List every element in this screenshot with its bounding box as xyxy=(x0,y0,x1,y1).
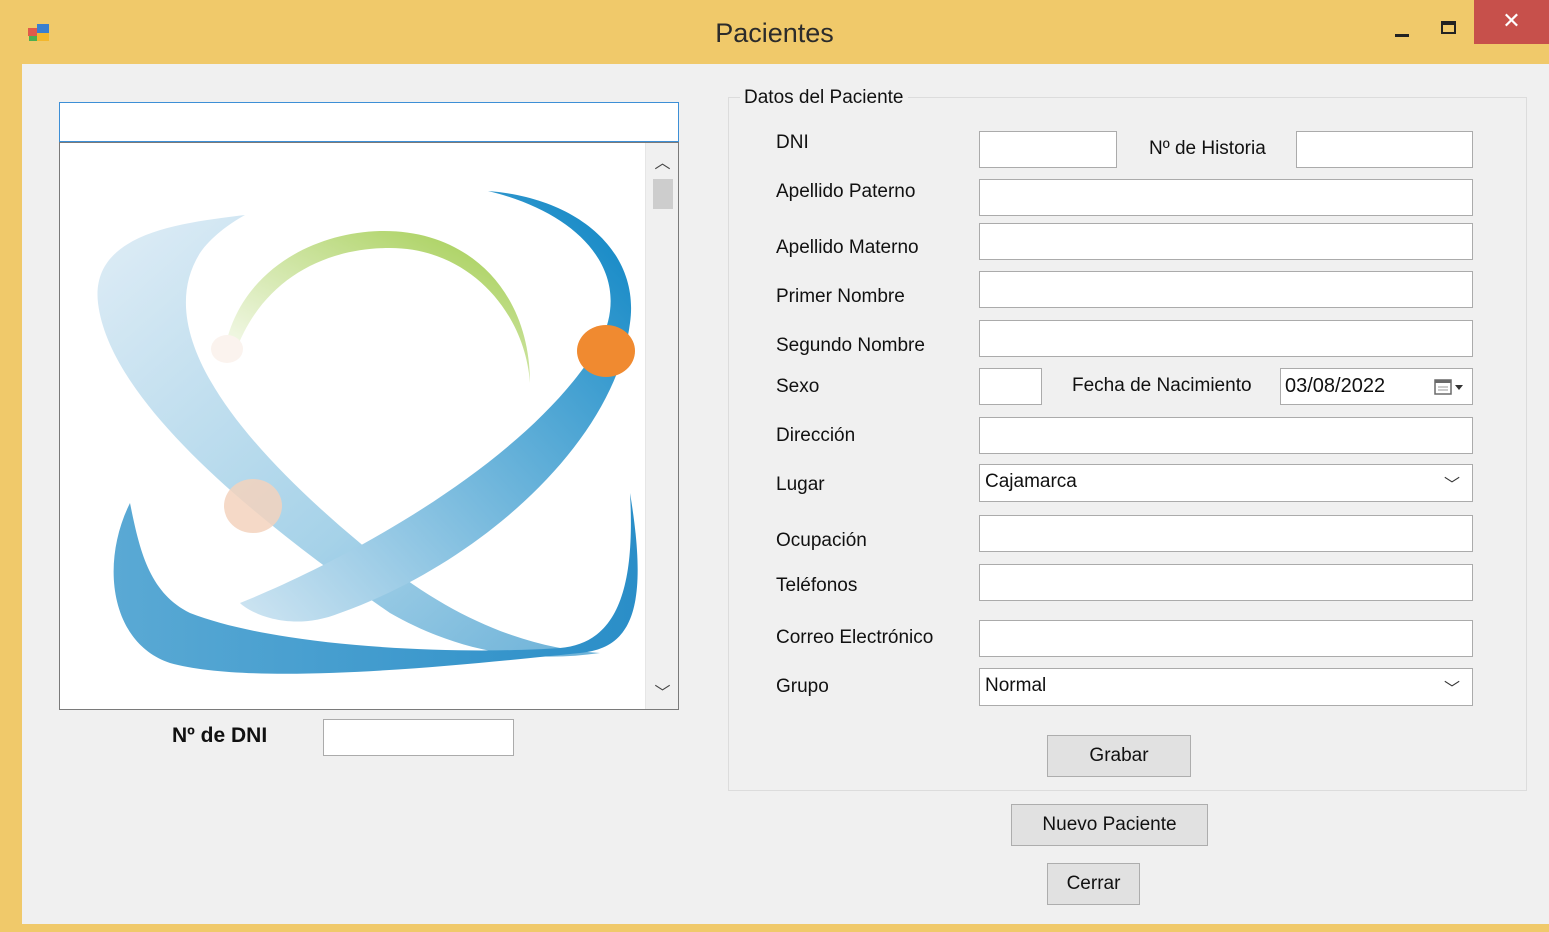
apellido-paterno-label: Apellido Paterno xyxy=(776,181,916,202)
scroll-thumb[interactable] xyxy=(653,179,673,209)
historia-field[interactable] xyxy=(1296,131,1473,168)
ocupacion-label: Ocupación xyxy=(776,530,867,551)
direccion-field[interactable] xyxy=(979,417,1473,454)
dni-field[interactable] xyxy=(979,131,1117,168)
window-title: Pacientes xyxy=(715,18,834,48)
form-client-area: ︿ ﹀ Nº de DNI Datos del Paciente DNI Nº … xyxy=(22,64,1549,924)
clinic-logo-image xyxy=(97,191,638,674)
fecha-nacimiento-value: 03/08/2022 xyxy=(1285,375,1386,397)
segundo-nombre-field[interactable] xyxy=(979,320,1473,357)
primer-nombre-field[interactable] xyxy=(979,271,1473,308)
grupo-label: Grupo xyxy=(776,676,829,697)
grupo-selected-value: Normal xyxy=(985,675,1047,696)
correo-field[interactable] xyxy=(979,620,1473,657)
lugar-selected-value: Cajamarca xyxy=(985,471,1077,492)
pacientes-window: Pacientes ✕ ︿ ﹀ Nº de DNI Datos del Paci… xyxy=(0,0,1549,932)
correo-label: Correo Electrónico xyxy=(776,627,934,648)
maximize-icon xyxy=(1441,21,1456,34)
search-input[interactable] xyxy=(59,102,679,142)
historia-label: Nº de Historia xyxy=(1149,138,1266,159)
title-bar: Pacientes ✕ xyxy=(0,0,1549,64)
calendar-icon[interactable] xyxy=(1434,378,1464,396)
dni-search-input[interactable] xyxy=(323,719,514,756)
patient-list[interactable]: ︿ ﹀ xyxy=(59,142,679,710)
close-icon: ✕ xyxy=(1502,8,1521,33)
grupo-select[interactable]: Normal ﹀ xyxy=(979,668,1473,706)
ocupacion-field[interactable] xyxy=(979,515,1473,552)
apellido-materno-field[interactable] xyxy=(979,223,1473,260)
grabar-button[interactable]: Grabar xyxy=(1047,735,1191,777)
minimize-button[interactable] xyxy=(1380,12,1426,48)
close-window-button[interactable]: ✕ xyxy=(1474,0,1549,44)
patient-data-group-title: Datos del Paciente xyxy=(740,87,908,109)
apellido-materno-label: Apellido Materno xyxy=(776,237,919,258)
minimize-icon xyxy=(1395,34,1409,37)
chevron-down-icon: ﹀ xyxy=(1443,477,1460,494)
chevron-down-icon: ﹀ xyxy=(1443,681,1460,698)
dni-label: DNI xyxy=(776,132,809,153)
telefonos-field[interactable] xyxy=(979,564,1473,601)
fecha-nacimiento-label: Fecha de Nacimiento xyxy=(1072,375,1252,396)
dni-search-label: Nº de DNI xyxy=(172,724,268,747)
nuevo-paciente-button[interactable]: Nuevo Paciente xyxy=(1011,804,1208,846)
primer-nombre-label: Primer Nombre xyxy=(776,286,905,307)
scroll-up-icon[interactable]: ︿ xyxy=(646,149,678,173)
apellido-paterno-field[interactable] xyxy=(979,179,1473,216)
segundo-nombre-label: Segundo Nombre xyxy=(776,335,925,356)
fecha-nacimiento-picker[interactable]: 03/08/2022 xyxy=(1280,368,1473,405)
telefonos-label: Teléfonos xyxy=(776,575,858,596)
sexo-label: Sexo xyxy=(776,376,820,397)
scroll-down-icon[interactable]: ﹀ xyxy=(646,679,678,703)
vertical-scrollbar[interactable]: ︿ ﹀ xyxy=(645,143,678,709)
lugar-select[interactable]: Cajamarca ﹀ xyxy=(979,464,1473,502)
direccion-label: Dirección xyxy=(776,425,856,446)
sexo-field[interactable] xyxy=(979,368,1042,405)
cerrar-button[interactable]: Cerrar xyxy=(1047,863,1140,905)
maximize-button[interactable] xyxy=(1426,12,1472,48)
lugar-label: Lugar xyxy=(776,474,825,495)
